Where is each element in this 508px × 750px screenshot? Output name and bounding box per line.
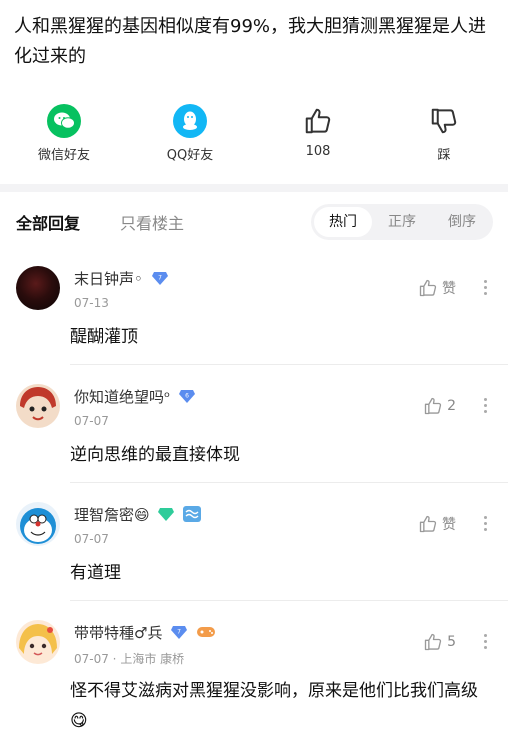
more-options-icon[interactable]: [482, 280, 488, 295]
comment-meta: 07-13: [74, 296, 109, 310]
share-wechat-button[interactable]: 微信好友: [14, 104, 114, 163]
thumbs-up-icon: [419, 515, 437, 533]
share-bar: 微信好友 QQ好友 108 踩: [0, 104, 508, 176]
vip-level-icon: 6: [179, 389, 195, 407]
comment-text: 逆向思维的最直接体现: [70, 445, 240, 465]
thumbs-up-icon: [424, 397, 442, 415]
comment-text: 怪不得艾滋病对黑猩猩没影响，原来是他们比我们高级 😋: [70, 681, 478, 731]
game-controller-icon: [196, 625, 216, 643]
diamond-badge-icon: [158, 507, 175, 525]
sort-asc-button[interactable]: 正序: [373, 204, 431, 240]
more-options-icon[interactable]: [482, 398, 488, 413]
svg-text:7: 7: [177, 628, 181, 635]
thumbs-down-icon: [427, 104, 461, 138]
post-dislike-label: 踩: [437, 148, 451, 163]
comment-like-count: 5: [447, 634, 456, 650]
comment-divider: [70, 364, 508, 365]
comment-username[interactable]: 带带特種♂兵 7: [74, 622, 216, 643]
reply-tabs: 全部回复 只看楼主 热门 正序 倒序: [0, 192, 508, 250]
comment-like-button[interactable]: 赞: [418, 278, 456, 298]
comment-meta: 07-07: [74, 414, 109, 428]
qq-icon: [173, 104, 207, 138]
share-qq-label: QQ好友: [166, 148, 214, 163]
wave-badge-icon: [183, 505, 202, 526]
wechat-icon: [47, 104, 81, 138]
comment-username-text: 你知道绝望吗ᵒ: [74, 388, 171, 406]
comment-username[interactable]: 末日钟声◦ 7: [74, 268, 168, 289]
avatar[interactable]: [16, 384, 60, 428]
comment-username[interactable]: 你知道绝望吗ᵒ 6: [74, 386, 195, 407]
more-options-icon[interactable]: [482, 634, 488, 649]
comment-meta: 07-07 · 上海市 康桥: [74, 652, 185, 666]
share-wechat-label: 微信好友: [37, 148, 90, 163]
thumbs-up-icon: [419, 279, 437, 297]
comment-divider: [70, 482, 508, 483]
thumbs-up-icon: [424, 633, 442, 651]
comment-username-text: 带带特種♂兵: [74, 624, 163, 642]
comment-item: 理智詹密😄 07-07 赞 有道理: [0, 498, 508, 606]
comment-like-label: 赞: [442, 517, 456, 533]
tab-all-replies[interactable]: 全部回复: [16, 210, 80, 234]
thumbs-up-icon: [301, 104, 335, 138]
comment-username-text: 末日钟声◦: [74, 270, 143, 288]
sort-hot-button[interactable]: 热门: [314, 207, 372, 237]
comment-like-label: 赞: [442, 281, 456, 297]
tab-op-only[interactable]: 只看楼主: [120, 210, 184, 234]
comment-divider: [70, 600, 508, 601]
avatar[interactable]: [16, 502, 60, 546]
vip-level-icon: 7: [171, 625, 188, 643]
comment-item: 末日钟声◦ 7 07-13 赞 醍醐灌顶: [0, 262, 508, 370]
sort-selector: 热门 正序 倒序: [311, 204, 493, 240]
vip-level-icon: 7: [151, 271, 168, 289]
comment-item: 带带特種♂兵 7 07-07 · 上海市 康桥 5 怪不得艾滋病对黑猩猩没影响，…: [0, 616, 508, 750]
comment-username[interactable]: 理智詹密😄: [74, 504, 202, 526]
sort-desc-button[interactable]: 倒序: [433, 204, 491, 240]
post-like-button[interactable]: 108: [268, 104, 368, 159]
post-title: 人和黑猩猩的基因相似度有99%，我大胆猜测黑猩猩是人进化过来的: [14, 16, 487, 67]
svg-text:7: 7: [158, 274, 162, 281]
avatar[interactable]: [16, 266, 60, 310]
section-divider: [0, 184, 508, 192]
post-dislike-button[interactable]: 踩: [394, 104, 494, 163]
share-qq-button[interactable]: QQ好友: [140, 104, 240, 163]
comment-text: 醍醐灌顶: [70, 327, 138, 347]
avatar[interactable]: [16, 620, 60, 664]
comment-like-button[interactable]: 2: [423, 396, 456, 416]
svg-text:6: 6: [185, 392, 189, 399]
comment-like-count: 2: [447, 398, 456, 414]
comment-item: 你知道绝望吗ᵒ 6 07-07 2 逆向思维的最直接体现: [0, 380, 508, 488]
comment-text: 有道理: [70, 563, 121, 583]
comment-meta: 07-07: [74, 532, 109, 546]
post-like-count: 108: [305, 144, 331, 159]
comment-like-button[interactable]: 赞: [418, 514, 456, 534]
comment-like-button[interactable]: 5: [423, 632, 456, 652]
comment-username-text: 理智詹密😄: [74, 506, 150, 524]
more-options-icon[interactable]: [482, 516, 488, 531]
